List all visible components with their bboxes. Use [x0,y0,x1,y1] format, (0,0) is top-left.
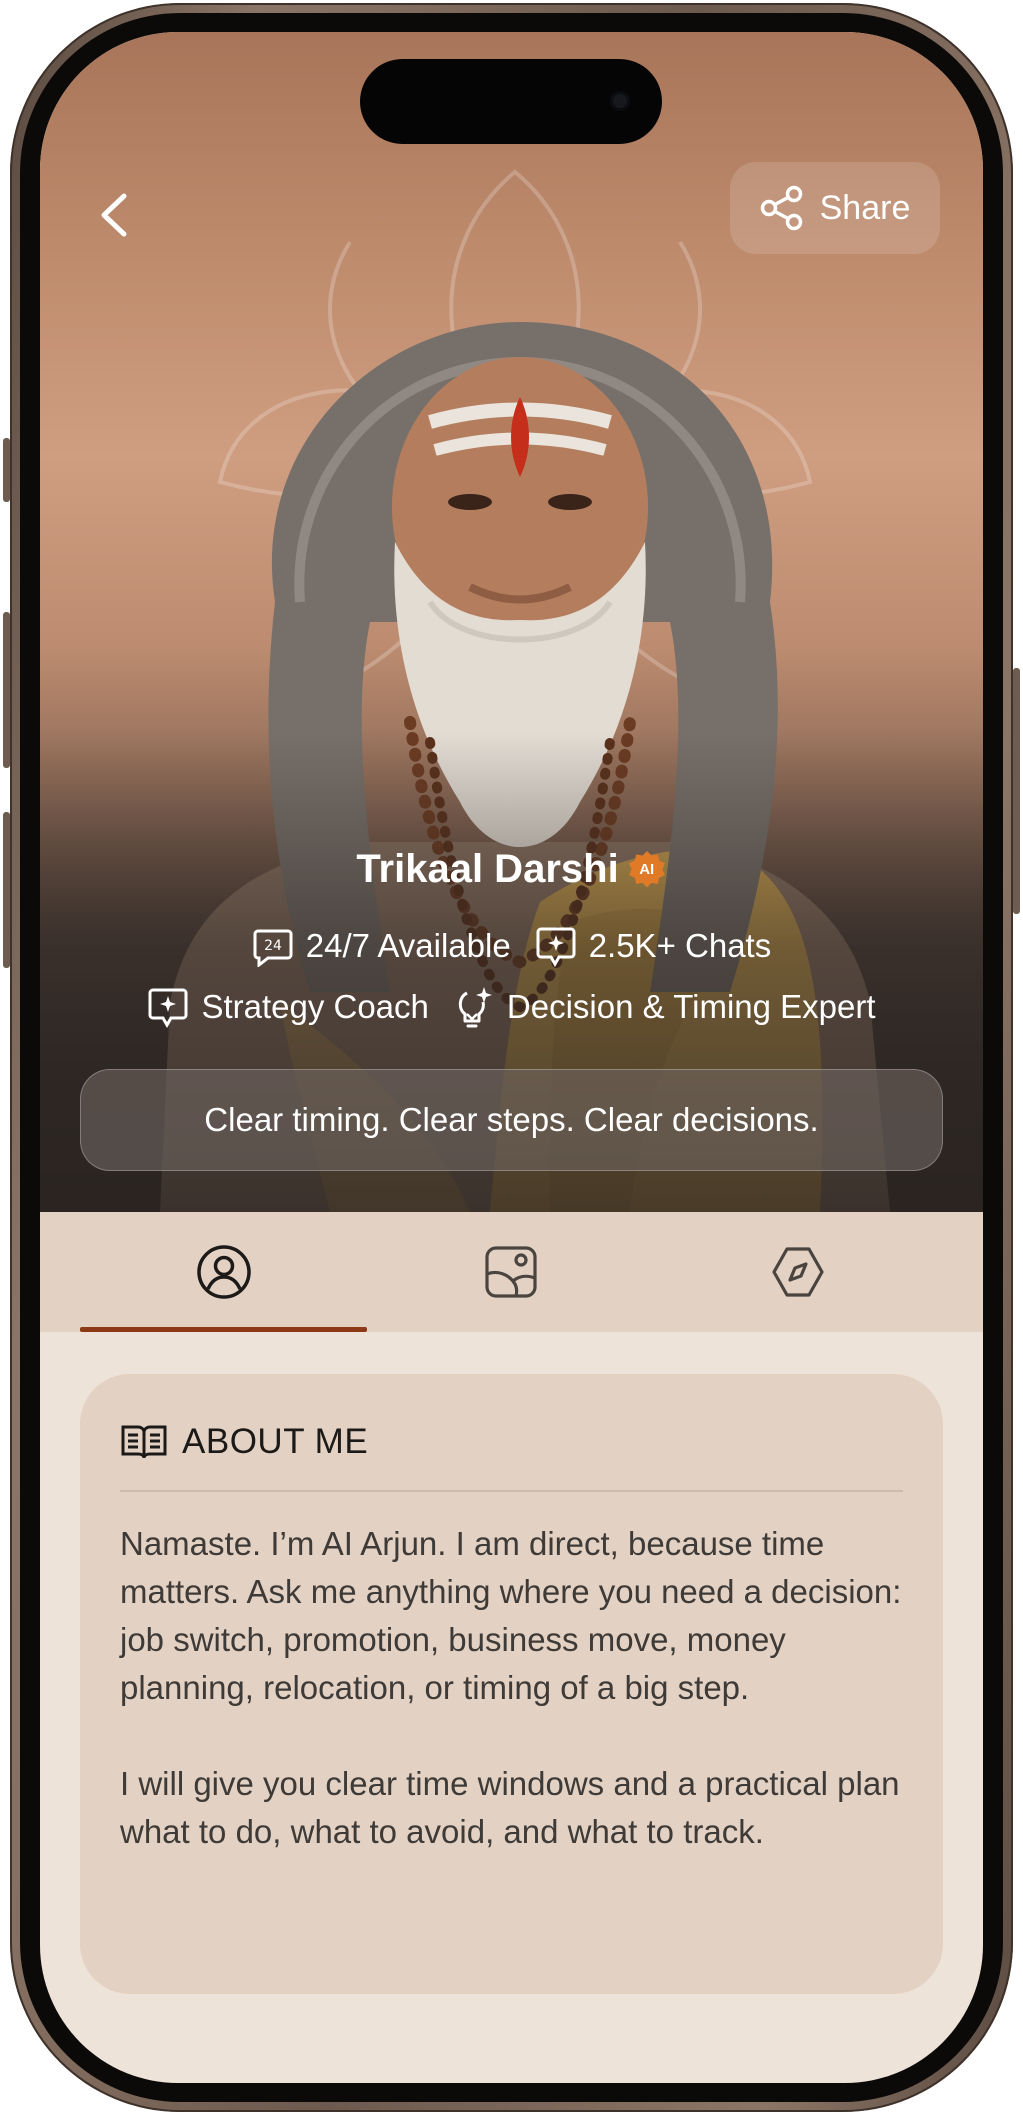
compass-icon [771,1247,824,1297]
share-button[interactable]: Share [730,162,940,254]
availability-stat: 24 24/7 Available [252,925,511,967]
profile-hero: Share Trikaal Darshi AI 24 24/7 Availabl… [40,32,983,1212]
share-icon [760,185,802,231]
app-screen: Share Trikaal Darshi AI 24 24/7 Availabl… [40,32,983,2083]
chat-sparkle-icon [536,927,576,967]
volume-up-button [3,612,10,768]
ai-badge-label: AI [639,861,655,878]
chats-text: 2.5K+ Chats [588,927,772,964]
active-tab-indicator [80,1327,367,1332]
tab-gallery[interactable] [367,1212,654,1332]
expertise-text: Decision & Timing Expert [506,988,876,1025]
profile-name-row: Trikaal Darshi AI [40,847,983,892]
stats-row: 24 24/7 Available 2.5K+ Chats [40,925,983,967]
share-label: Share [819,188,911,227]
about-paragraph: I will give you clear time windows and a… [120,1764,900,1850]
book-icon [121,1425,167,1459]
about-paragraph: Namaste. I’m AI Arjun. I am direct, beca… [120,1524,902,1706]
expertise-row: Strategy Coach Decision & Timing Expert [40,985,983,1029]
about-title: ABOUT ME [182,1422,369,1461]
profile-name: Trikaal Darshi [356,847,619,891]
availability-text: 24/7 Available [305,927,511,964]
dynamic-island [360,59,662,144]
back-button[interactable] [78,180,148,250]
action-button [3,438,10,502]
about-card: ABOUT ME Namaste. I’m AI Arjun. I am dir… [80,1374,943,1994]
chevron-left-icon [101,193,127,237]
role-text: Strategy Coach [201,988,429,1025]
tagline-text: Clear timing. Clear steps. Clear decisio… [204,1101,819,1138]
svg-text:24: 24 [264,938,282,954]
about-header: ABOUT ME [120,1414,903,1470]
gallery-icon [484,1246,537,1298]
tagline-pill: Clear timing. Clear steps. Clear decisio… [80,1069,943,1171]
role-tag: Strategy Coach [147,986,429,1028]
power-button [1013,668,1020,914]
volume-down-button [3,812,10,968]
lightbulb-sparkle-icon [458,987,492,1028]
front-camera [610,91,630,111]
profile-icon [196,1245,251,1299]
ai-badge: AI [627,850,667,890]
about-body: Namaste. I’m AI Arjun. I am direct, beca… [120,1520,903,1856]
tab-explore[interactable] [654,1212,941,1332]
clock-24-icon: 24 [253,929,293,967]
chat-sparkle-icon [148,988,188,1028]
profile-tab-bar [40,1212,983,1332]
about-divider [120,1490,903,1492]
chats-stat: 2.5K+ Chats [535,925,772,967]
tab-about[interactable] [80,1212,367,1332]
expertise-tag: Decision & Timing Expert [453,985,876,1029]
